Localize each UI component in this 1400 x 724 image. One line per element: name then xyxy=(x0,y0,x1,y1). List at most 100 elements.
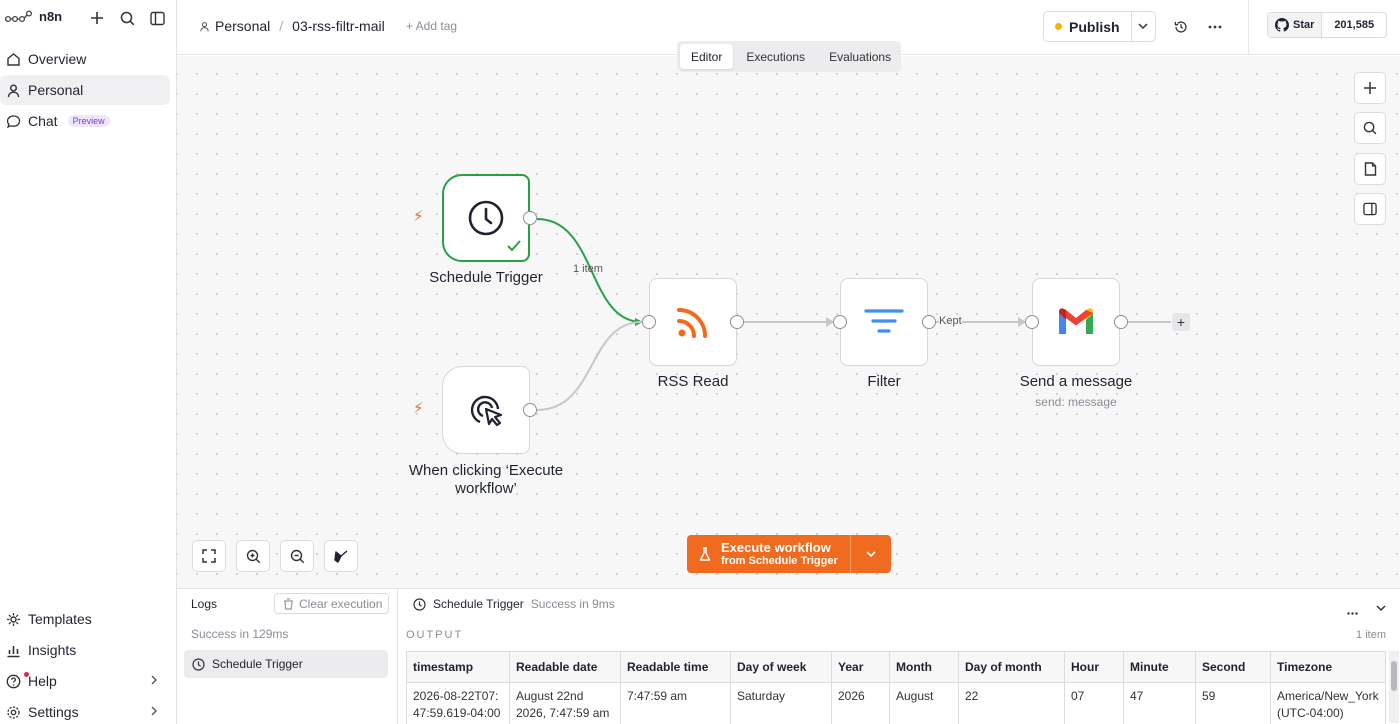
search-nodes-button[interactable] xyxy=(1354,112,1386,144)
more-options-icon[interactable] xyxy=(1347,602,1358,618)
search-icon[interactable] xyxy=(118,9,136,27)
log-entry-schedule-trigger[interactable]: Schedule Trigger xyxy=(184,650,388,678)
execute-subtitle: from Schedule Trigger xyxy=(721,554,838,567)
node-rss-read[interactable] xyxy=(649,278,737,366)
publish-button[interactable]: Publish xyxy=(1044,12,1132,41)
output-handle[interactable] xyxy=(1114,315,1128,329)
zoom-out-button[interactable] xyxy=(280,540,314,572)
sidebar-item-personal[interactable]: Personal xyxy=(0,75,170,105)
search-icon xyxy=(1363,121,1377,135)
column-header[interactable]: Readable time xyxy=(620,651,731,683)
sidebar-top: n8n xyxy=(0,0,176,34)
output-handle[interactable] xyxy=(922,315,936,329)
input-handle[interactable] xyxy=(642,315,656,329)
execute-dropdown-button[interactable] xyxy=(851,535,891,573)
sidebar-item-help[interactable]: Help xyxy=(0,666,170,696)
breadcrumb-project[interactable]: Personal xyxy=(215,18,270,34)
column-header[interactable]: Readable date xyxy=(509,651,621,683)
output-handle[interactable] xyxy=(523,403,537,417)
workflow-canvas[interactable]: 1 item Kept ⚡ Schedule Trigger ⚡ When cl… xyxy=(177,56,1400,588)
history-icon[interactable] xyxy=(1171,17,1191,37)
column-header[interactable]: Minute xyxy=(1123,651,1196,683)
execute-workflow-button[interactable]: Execute workflow from Schedule Trigger xyxy=(687,535,851,573)
publish-dropdown-button[interactable] xyxy=(1132,12,1155,41)
clear-execution-button[interactable]: Clear execution xyxy=(274,593,389,614)
fit-view-button[interactable] xyxy=(192,540,226,572)
fit-view-icon xyxy=(202,549,216,563)
notification-dot xyxy=(24,671,29,677)
output-item-count: 1 item xyxy=(1356,629,1386,641)
node-manual-trigger[interactable] xyxy=(442,366,530,454)
sidebar-item-settings[interactable]: Settings xyxy=(0,697,170,724)
node-filter[interactable] xyxy=(840,278,928,366)
column-header[interactable]: Second xyxy=(1195,651,1271,683)
input-handle[interactable] xyxy=(833,315,847,329)
log-details-status: Success in 9ms xyxy=(530,597,615,611)
column-header[interactable]: Month xyxy=(889,651,959,683)
n8n-logo-icon xyxy=(5,9,33,22)
output-handle[interactable] xyxy=(523,211,537,225)
tab-evaluations[interactable]: Evaluations xyxy=(818,44,902,69)
table-scrollbar[interactable] xyxy=(1389,651,1399,723)
edge-label-items: 1 item xyxy=(573,263,603,275)
toggle-sidebar-icon[interactable] xyxy=(148,9,166,27)
column-header[interactable]: Year xyxy=(831,651,890,683)
trigger-bolt-icon: ⚡ xyxy=(413,400,424,417)
node-send-message[interactable] xyxy=(1032,278,1120,366)
execute-title: Execute workflow xyxy=(721,539,831,555)
column-header[interactable]: Day of week xyxy=(730,651,832,683)
zoom-in-button[interactable] xyxy=(236,540,270,572)
clock-icon xyxy=(192,657,205,671)
sticky-note-icon xyxy=(1364,162,1376,176)
sidebar-item-label: Chat xyxy=(28,113,58,129)
table-cell: August xyxy=(889,682,959,724)
insights-icon xyxy=(7,645,20,657)
preview-badge: Preview xyxy=(67,115,110,127)
sidebar-item-insights[interactable]: Insights xyxy=(0,635,170,665)
tab-editor[interactable]: Editor xyxy=(680,44,734,69)
publish-button-group: Publish xyxy=(1043,11,1156,42)
connection-manual-rss[interactable] xyxy=(536,321,643,411)
n8n-logo[interactable]: n8n xyxy=(5,9,62,24)
sidebar-item-templates[interactable]: Templates xyxy=(0,604,170,634)
sticky-note-button[interactable] xyxy=(1354,153,1386,185)
clear-execution-label: Clear execution xyxy=(299,596,383,611)
add-node-panel-button[interactable] xyxy=(1354,72,1386,104)
collapse-panel-icon[interactable] xyxy=(1376,599,1386,615)
more-options-icon[interactable] xyxy=(1205,17,1225,37)
github-star-label: Star xyxy=(1293,19,1315,31)
table-cell: 7:47:59 am xyxy=(620,682,731,724)
log-details-header: Schedule Trigger Success in 9ms xyxy=(413,597,615,611)
workflow-name[interactable]: 03-rss-filtr-mail xyxy=(292,18,385,34)
column-header[interactable]: Timezone xyxy=(1270,651,1386,683)
chevron-down-icon xyxy=(866,550,876,557)
log-entry-label: Schedule Trigger xyxy=(212,657,303,671)
node-label-manual: When clicking ‘Execute workflow’ xyxy=(408,462,564,497)
sidebar-item-overview[interactable]: Overview xyxy=(0,44,170,74)
column-header[interactable]: Day of month xyxy=(958,651,1065,683)
logs-panel: Logs Clear execution Success in 129ms Sc… xyxy=(177,588,1400,724)
trash-icon xyxy=(284,597,293,610)
tidy-up-button[interactable] xyxy=(324,540,358,572)
scrollbar-thumb[interactable] xyxy=(1391,661,1397,691)
side-panel-button[interactable] xyxy=(1354,193,1386,225)
column-header[interactable]: Hour xyxy=(1064,651,1124,683)
github-star-button[interactable]: Star 201,585 xyxy=(1267,12,1387,38)
breadcrumb-separator: / xyxy=(279,18,284,34)
clock-icon xyxy=(468,200,504,236)
add-node-button[interactable]: + xyxy=(1172,313,1190,331)
node-schedule-trigger[interactable] xyxy=(442,174,530,262)
output-handle[interactable] xyxy=(730,315,744,329)
zoom-in-icon xyxy=(246,549,260,563)
sidebar-item-chat[interactable]: Chat Preview xyxy=(0,106,170,136)
input-handle[interactable] xyxy=(1025,315,1039,329)
add-icon[interactable] xyxy=(88,9,106,27)
tab-executions[interactable]: Executions xyxy=(735,44,816,69)
execute-workflow-button-group: Execute workflow from Schedule Trigger xyxy=(687,535,891,573)
node-label-gmail: Send a message xyxy=(1019,373,1133,390)
add-tag-button[interactable]: + Add tag xyxy=(406,19,457,33)
connections-layer xyxy=(536,218,1171,411)
sidebar-item-label: Help xyxy=(28,673,57,689)
column-header[interactable]: timestamp xyxy=(406,651,510,683)
table-row: 2026-08-22T07:47:59.619-04:00 August 22n… xyxy=(406,682,1386,724)
